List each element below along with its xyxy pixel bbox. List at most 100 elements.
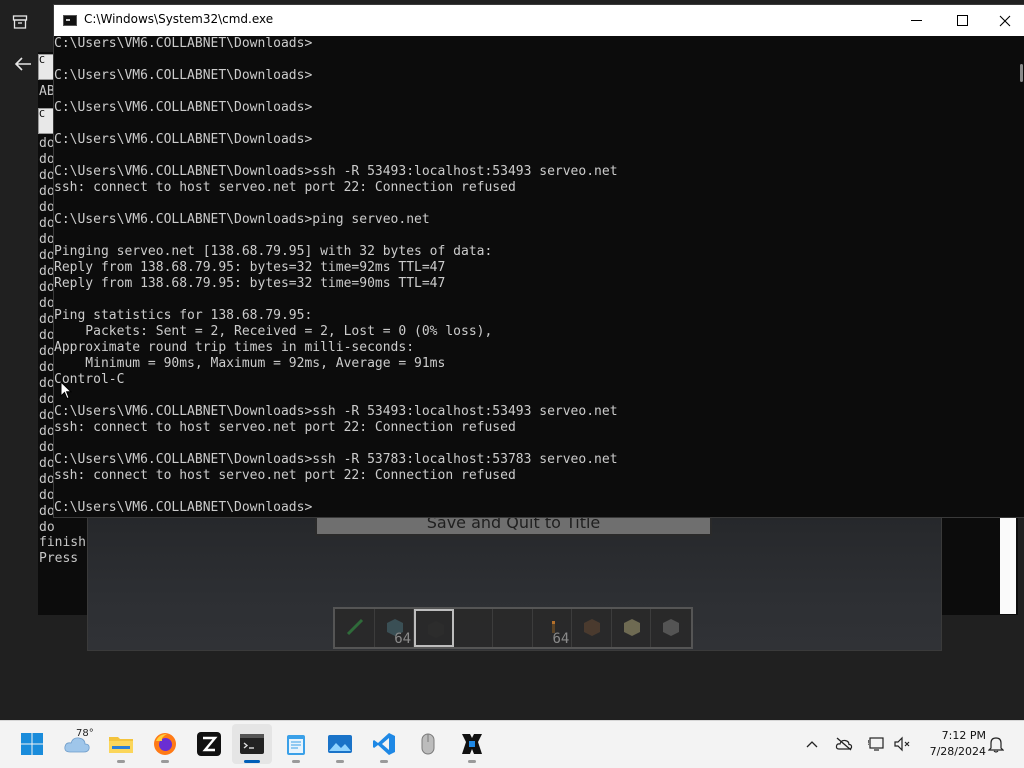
hotbar-slot[interactable] bbox=[651, 609, 691, 647]
console-line: Ping statistics for 138.68.79.95: bbox=[54, 308, 313, 323]
volume-muted-icon[interactable] bbox=[892, 734, 912, 754]
console-line: C:\Users\VM6.COLLABNET\Downloads>ssh -R … bbox=[54, 452, 618, 467]
firefox-button[interactable] bbox=[145, 724, 185, 764]
background-scrollbar[interactable] bbox=[1000, 516, 1016, 614]
maximize-icon bbox=[956, 15, 968, 26]
close-button[interactable] bbox=[985, 5, 1024, 36]
windows-start-icon bbox=[21, 733, 43, 755]
background-line: do bbox=[39, 456, 55, 471]
console-line: ssh: connect to host serveo.net port 22:… bbox=[54, 420, 516, 435]
hotbar-count: 64 bbox=[394, 631, 412, 647]
background-finish-line: finish bbox=[39, 535, 86, 550]
photos-icon bbox=[328, 735, 352, 753]
zed-button[interactable] bbox=[189, 724, 229, 764]
background-line: do bbox=[39, 488, 55, 503]
background-line: do bbox=[39, 184, 55, 199]
running-indicator bbox=[336, 760, 344, 763]
terminal-icon bbox=[240, 734, 264, 754]
console-line: C:\Users\VM6.COLLABNET\Downloads> bbox=[54, 100, 313, 115]
start-button[interactable] bbox=[12, 724, 52, 764]
console-line: C:\Users\VM6.COLLABNET\Downloads> bbox=[54, 68, 313, 83]
console-line: C:\Users\VM6.COLLABNET\Downloads> bbox=[54, 132, 313, 147]
background-line: do bbox=[39, 520, 55, 535]
hotbar-slot[interactable]: 64 bbox=[375, 609, 415, 647]
cmd-console-output[interactable]: C:\Users\VM6.COLLABNET\Downloads> C:\Use… bbox=[54, 36, 1012, 517]
background-line: do bbox=[39, 344, 55, 359]
vscode-icon bbox=[373, 733, 395, 755]
running-indicator bbox=[117, 760, 125, 763]
notifications-bell-icon[interactable] bbox=[986, 734, 1006, 754]
console-line: Approximate round trip times in milli-se… bbox=[54, 340, 415, 355]
maximize-button[interactable] bbox=[939, 5, 985, 36]
running-indicator bbox=[292, 760, 300, 763]
background-line: do bbox=[39, 376, 55, 391]
background-bottom-text: finish Press bbox=[39, 535, 86, 567]
background-text-ab: AB bbox=[39, 84, 55, 99]
console-line: C:\Users\VM6.COLLABNET\Downloads>ssh -R … bbox=[54, 164, 618, 179]
folder-icon bbox=[109, 737, 133, 753]
svg-text:!: ! bbox=[867, 739, 870, 747]
cmd-scrollbar-thumb[interactable] bbox=[1020, 64, 1023, 82]
background-console-lines: do do do do do do do do do do do do do d… bbox=[39, 136, 55, 536]
console-line: Packets: Sent = 2, Received = 2, Lost = … bbox=[54, 324, 493, 339]
green-item-icon bbox=[346, 618, 364, 636]
back-arrow-icon[interactable] bbox=[3, 44, 43, 84]
hotbar-slot[interactable] bbox=[335, 609, 375, 647]
cloud-sync-off-icon[interactable] bbox=[834, 734, 854, 754]
background-line: do bbox=[39, 152, 55, 167]
notepad-button[interactable] bbox=[276, 724, 316, 764]
background-line: do bbox=[39, 424, 55, 439]
background-line: do bbox=[39, 408, 55, 423]
console-line: Pinging serveo.net [138.68.79.95] with 3… bbox=[54, 244, 493, 259]
cmd-window[interactable]: C:\Windows\System32\cmd.exe C:\Users\VM6… bbox=[54, 5, 1024, 517]
background-line: do bbox=[39, 264, 55, 279]
clock-date: 7/28/2024 bbox=[929, 745, 986, 758]
save-and-quit-button[interactable]: Save and Quit to Title bbox=[315, 516, 712, 536]
background-line: do bbox=[39, 200, 55, 215]
mouse-app-button[interactable] bbox=[408, 724, 448, 764]
stone-block-icon bbox=[663, 619, 680, 636]
notepad-icon bbox=[287, 735, 305, 755]
hotbar-slot[interactable] bbox=[454, 609, 494, 647]
cmd-scrollbar[interactable] bbox=[1012, 36, 1024, 517]
archive-icon[interactable] bbox=[0, 2, 40, 42]
background-line: do bbox=[39, 232, 55, 247]
console-prompt-line: C:\Users\VM6.COLLABNET\Downloads> bbox=[54, 500, 313, 515]
network-icon[interactable]: ! bbox=[866, 734, 886, 754]
background-line: do bbox=[39, 168, 55, 183]
background-tab-1[interactable]: C bbox=[38, 54, 54, 80]
minecraft-launcher-button[interactable] bbox=[452, 724, 492, 764]
cmd-window-title: C:\Windows\System32\cmd.exe bbox=[84, 12, 274, 26]
background-line: do bbox=[39, 504, 55, 519]
terminal-button[interactable] bbox=[232, 724, 272, 764]
running-indicator bbox=[380, 760, 388, 763]
system-clock[interactable]: 7:12 PM 7/28/2024 bbox=[916, 728, 986, 760]
vscode-button[interactable] bbox=[364, 724, 404, 764]
background-line: do bbox=[39, 248, 55, 263]
hotbar-slot[interactable]: 64 bbox=[533, 609, 573, 647]
hotbar-slot[interactable] bbox=[572, 609, 612, 647]
running-indicator bbox=[161, 760, 169, 763]
dark-block-icon bbox=[428, 621, 445, 638]
active-indicator bbox=[244, 760, 260, 763]
hotbar-slot[interactable] bbox=[493, 609, 533, 647]
file-explorer-button[interactable] bbox=[101, 724, 141, 764]
console-line: ssh: connect to host serveo.net port 22:… bbox=[54, 180, 516, 195]
background-tab-2[interactable]: C bbox=[38, 108, 54, 134]
sand-block-icon bbox=[623, 619, 640, 636]
minimize-button[interactable] bbox=[893, 5, 939, 36]
console-line: C:\Users\VM6.COLLABNET\Downloads>ssh -R … bbox=[54, 404, 618, 419]
cmd-titlebar[interactable]: C:\Windows\System32\cmd.exe bbox=[54, 5, 1024, 36]
hotbar-slot[interactable] bbox=[612, 609, 652, 647]
console-line: Reply from 138.68.79.95: bytes=32 time=9… bbox=[54, 276, 446, 291]
photos-button[interactable] bbox=[320, 724, 360, 764]
hotbar-slot-selected[interactable] bbox=[414, 609, 454, 647]
background-line: do bbox=[39, 440, 55, 455]
show-hidden-icons-chevron-icon[interactable] bbox=[802, 734, 822, 754]
